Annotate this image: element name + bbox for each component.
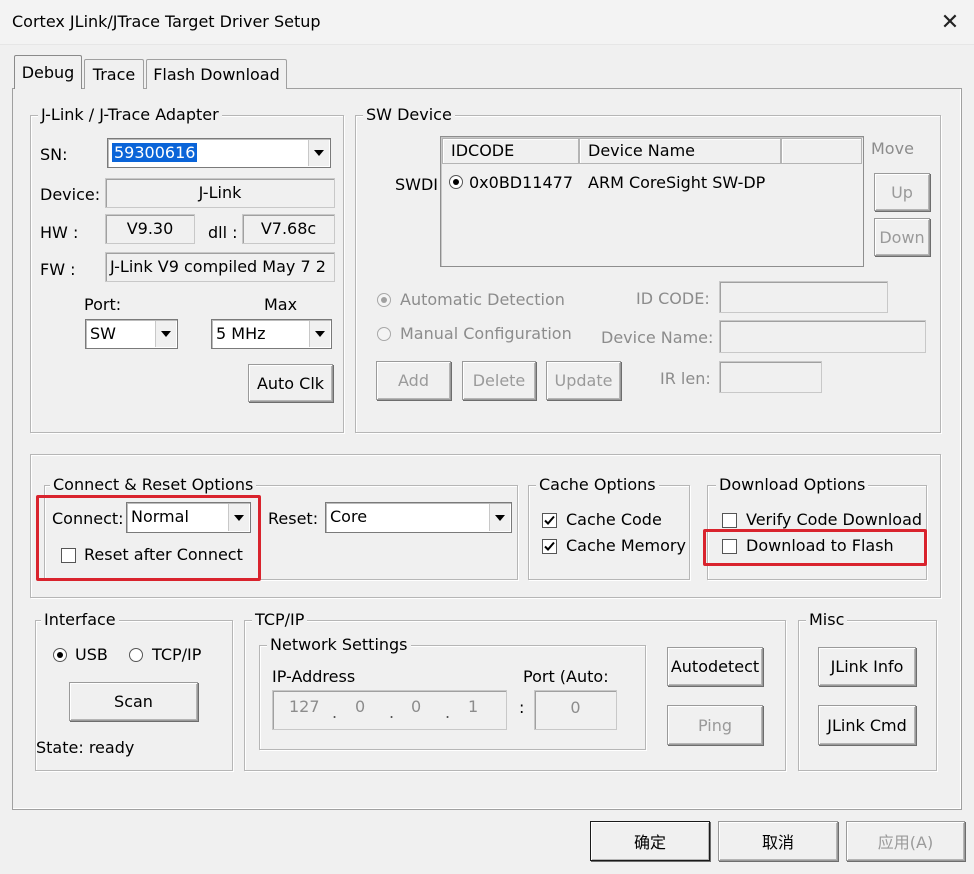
sw-device-group-label: SW Device [363, 106, 455, 124]
fw-label: FW : [40, 260, 76, 279]
hw-label: HW : [40, 223, 79, 242]
hw-field: V9.30 [105, 214, 195, 244]
window-title: Cortex JLink/JTrace Target Driver Setup [12, 12, 321, 31]
list-item-device-name: ARM CoreSight SW-DP [588, 173, 766, 192]
highlight-box-connect [36, 495, 261, 581]
misc-group-label: Misc [806, 611, 848, 629]
port-value: SW [90, 324, 116, 343]
highlight-box-download [703, 529, 927, 566]
sn-combo[interactable]: 59300616 [107, 138, 331, 168]
auto-clk-button[interactable]: Auto Clk [248, 364, 333, 402]
cache-options-group [528, 485, 690, 580]
tab-debug[interactable]: Debug [14, 55, 82, 89]
port-auto-label: Port (Auto: [523, 667, 609, 686]
port-combo[interactable]: SW [85, 319, 178, 349]
dll-field: V7.68c [242, 214, 335, 244]
reset-combo[interactable]: Core [325, 502, 512, 533]
max-label: Max [264, 295, 298, 314]
cancel-button[interactable]: 取消 [718, 821, 838, 861]
reset-value: Core [330, 507, 368, 526]
automatic-detection-label: Automatic Detection [400, 290, 565, 309]
cache-memory-label: Cache Memory [566, 536, 686, 555]
sn-label: SN: [40, 145, 68, 164]
move-label: Move [871, 139, 914, 158]
chevron-down-icon[interactable] [489, 504, 510, 531]
automatic-detection-radio[interactable] [377, 293, 391, 307]
verify-code-download-label: Verify Code Download [746, 510, 922, 529]
chevron-down-icon[interactable] [308, 140, 329, 166]
ip-address-label: IP-Address [272, 667, 356, 686]
connect-reset-group-label: Connect & Reset Options [50, 476, 257, 494]
apply-button[interactable]: 应用(A) [846, 821, 965, 861]
device-name-label: Device Name: [601, 328, 714, 347]
download-options-group-label: Download Options [716, 476, 869, 494]
list-item[interactable]: 0x0BD11477 ARM CoreSight SW-DP [446, 172, 856, 194]
ip-address-field[interactable]: 127 . 0 . 0 . 1 [272, 690, 507, 730]
max-clock-combo[interactable]: 5 MHz [211, 319, 332, 349]
ip-octet-3: 0 [411, 697, 422, 716]
ok-button[interactable]: 确定 [590, 821, 710, 861]
column-header-empty [781, 138, 862, 164]
column-header-device-name[interactable]: Device Name [579, 138, 781, 164]
ir-len-label: IR len: [660, 369, 711, 388]
add-button[interactable]: Add [376, 361, 451, 400]
port-colon: : [519, 698, 525, 717]
manual-configuration-radio[interactable] [377, 327, 391, 341]
cache-memory-checkbox[interactable] [542, 539, 557, 554]
id-code-field[interactable] [719, 281, 888, 313]
tcpip-radio[interactable] [129, 648, 143, 662]
ip-octet-2: 0 [355, 697, 366, 716]
cache-options-group-label: Cache Options [536, 476, 659, 494]
fw-field: J-Link V9 compiled May 7 2 [105, 252, 335, 282]
port-label: Port: [84, 295, 122, 314]
close-icon[interactable]: ✕ [930, 4, 970, 40]
swd-label: SWDI [395, 175, 439, 194]
usb-radio[interactable] [53, 648, 67, 662]
verify-code-download-checkbox[interactable] [722, 513, 737, 528]
ping-button[interactable]: Ping [667, 705, 763, 745]
radio-selected-icon [449, 175, 463, 189]
scan-button[interactable]: Scan [69, 682, 198, 721]
cache-code-checkbox[interactable] [542, 513, 557, 528]
ir-len-field[interactable] [719, 361, 822, 393]
jlink-cmd-button[interactable]: JLink Cmd [818, 705, 916, 745]
check-icon [544, 541, 555, 551]
misc-group [798, 620, 937, 771]
manual-configuration-label: Manual Configuration [400, 324, 572, 343]
device-label: Device: [40, 185, 101, 204]
list-item-idcode: 0x0BD11477 [469, 173, 574, 192]
down-button[interactable]: Down [874, 218, 930, 256]
device-name-field[interactable] [719, 320, 926, 353]
reset-label: Reset: [268, 509, 319, 528]
tcpip-group-label: TCP/IP [252, 611, 308, 629]
autodetect-button[interactable]: Autodetect [667, 647, 763, 686]
max-clock-value: 5 MHz [216, 324, 266, 343]
dll-label: dll : [208, 223, 238, 242]
interface-group-label: Interface [41, 611, 119, 629]
column-header-idcode[interactable]: IDCODE [442, 138, 579, 164]
port-field[interactable]: 0 [534, 690, 617, 730]
network-settings-label: Network Settings [267, 636, 411, 654]
tab-trace[interactable]: Trace [84, 59, 144, 89]
adapter-group-label: J-Link / J-Trace Adapter [38, 106, 222, 124]
state-text: State: ready [36, 738, 135, 757]
chevron-down-icon[interactable] [155, 321, 176, 347]
tcpip-label: TCP/IP [152, 645, 202, 664]
tab-flash-download[interactable]: Flash Download [146, 59, 287, 89]
ip-octet-4: 1 [468, 697, 479, 716]
jlink-info-button[interactable]: JLink Info [818, 647, 916, 686]
usb-label: USB [75, 645, 108, 664]
device-field: J-Link [105, 178, 335, 208]
ip-octet-1: 127 [289, 697, 320, 716]
id-code-label: ID CODE: [636, 289, 710, 308]
cache-code-label: Cache Code [566, 510, 662, 529]
check-icon [544, 515, 555, 525]
sn-value: 59300616 [112, 143, 198, 162]
chevron-down-icon[interactable] [309, 321, 330, 347]
up-button[interactable]: Up [874, 173, 930, 211]
delete-button[interactable]: Delete [462, 361, 536, 400]
update-button[interactable]: Update [546, 361, 621, 400]
